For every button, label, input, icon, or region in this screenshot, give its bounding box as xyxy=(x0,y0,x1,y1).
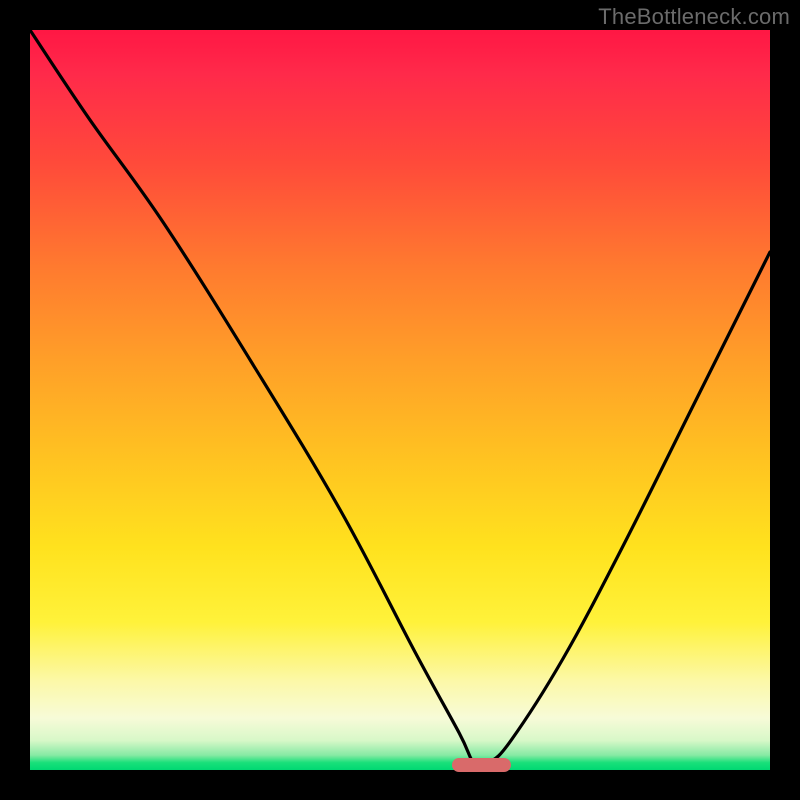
optimal-range-marker xyxy=(452,758,511,772)
curve-path xyxy=(30,30,770,766)
chart-frame: TheBottleneck.com xyxy=(0,0,800,800)
plot-area xyxy=(30,30,770,770)
watermark-text: TheBottleneck.com xyxy=(598,4,790,30)
bottleneck-curve xyxy=(30,30,770,770)
